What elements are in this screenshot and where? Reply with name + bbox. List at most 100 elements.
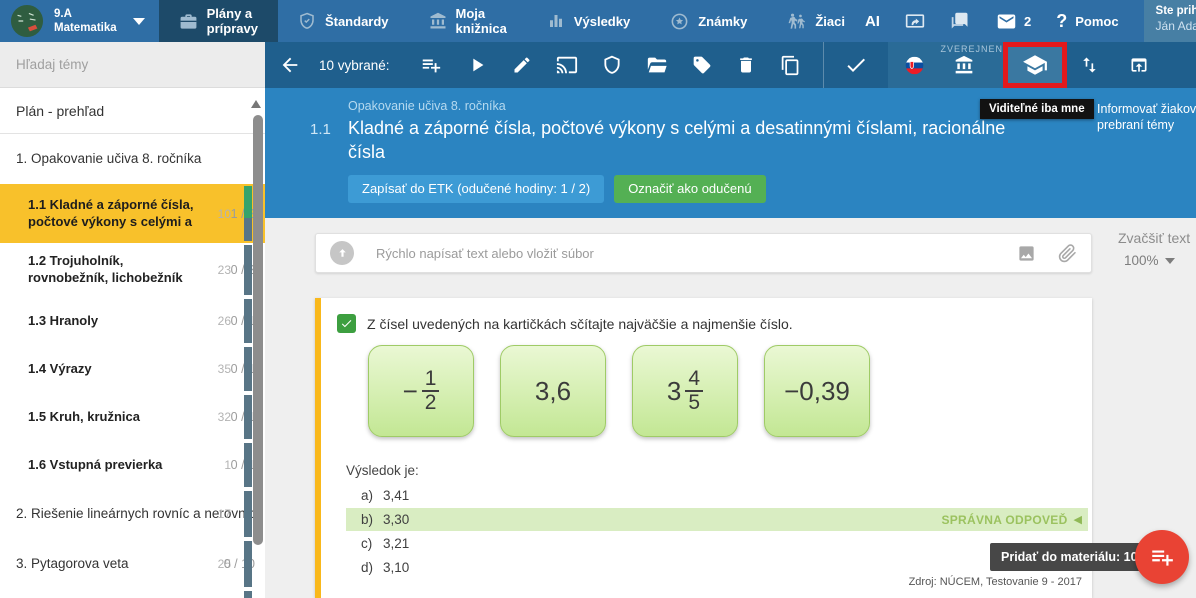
students-icon — [787, 12, 806, 31]
add-to-material-fab[interactable] — [1135, 530, 1189, 584]
screen-share-icon[interactable] — [905, 11, 925, 31]
check-icon[interactable] — [844, 53, 868, 77]
visible-only-me-button[interactable] — [1008, 42, 1062, 88]
copy-icon[interactable] — [780, 55, 801, 76]
option-key: b) — [361, 512, 374, 527]
cloud-upload-icon — [330, 241, 354, 265]
topic-progress-bar — [244, 347, 252, 391]
publish-panel: ZVEREJNENIE — [888, 42, 1066, 88]
option-value: 3,41 — [383, 488, 410, 503]
class-avatar — [10, 4, 44, 38]
topic-progress-bar — [244, 395, 252, 439]
option-value: 3,21 — [383, 536, 410, 551]
sidebar-topic-item[interactable]: 3. Pytagorova veta 25 0 / 10 — [0, 539, 265, 589]
option-key: a) — [361, 488, 374, 503]
selected-count-label: 10 vybrané: — [319, 57, 390, 73]
topic-label: 3. Pytagorova veta — [16, 556, 129, 572]
sidebar-topic-item[interactable]: 1.1 Kladné a záporné čísla, počtové výko… — [0, 184, 265, 243]
tab-vysledky[interactable]: Výsledky — [527, 0, 650, 42]
topic-label: 1. Opakovanie učiva 8. ročníka — [16, 151, 202, 167]
sidebar-scrollbar[interactable] — [253, 115, 263, 545]
correct-answer-label: SPRÁVNA ODPOVEĎ — [941, 512, 1068, 527]
zoom-level-select[interactable]: 100% — [1118, 253, 1196, 268]
tab-ziaci[interactable]: Žiaci — [767, 0, 865, 42]
number-card: 3,6 — [500, 345, 606, 437]
cast-icon[interactable] — [556, 54, 578, 76]
search-input[interactable] — [16, 57, 249, 72]
chat-icon[interactable] — [950, 11, 971, 32]
option-value: 3,30 — [383, 512, 410, 527]
chevron-down-icon — [1164, 257, 1175, 264]
library-publish-icon[interactable] — [954, 55, 974, 75]
tag-icon[interactable] — [692, 55, 712, 75]
tab-standardy[interactable]: Štandardy — [278, 0, 409, 42]
export-icon[interactable] — [1129, 55, 1149, 75]
sidebar-topic-item[interactable]: 1.6 Vstupná previerka 1 0 / 1 — [0, 441, 265, 489]
folder-open-icon[interactable] — [646, 54, 668, 76]
playlist-add-icon[interactable] — [420, 54, 442, 76]
user-name: Ján Adamec — [1155, 19, 1196, 33]
play-icon[interactable] — [466, 54, 488, 76]
sidebar-topic-item[interactable]: 1.4 Výrazy 35 0 / 1 — [0, 345, 265, 393]
help-button[interactable]: ? Pomoc — [1056, 11, 1118, 32]
number-card: − 12 — [368, 345, 474, 437]
pencil-icon[interactable] — [512, 55, 532, 75]
topic-label: 1.4 Výrazy — [28, 360, 92, 376]
answer-option: c) 3,21 — [346, 532, 1088, 555]
option-key: c) — [361, 536, 373, 551]
sidebar-topic-item[interactable]: 1.2 Trojuholník, rovnobežník, lichobežní… — [0, 243, 265, 297]
option-value: 3,10 — [383, 560, 410, 575]
trash-icon[interactable] — [736, 55, 756, 75]
back-arrow-icon[interactable] — [279, 54, 301, 76]
topic-label: 1.1 Kladné a záporné čísla, počtové výko… — [28, 196, 194, 229]
main-content: Zvačšiť text 100% Z čísel uvedených na k… — [265, 218, 1196, 598]
topic-search[interactable] — [0, 42, 265, 88]
result-label: Výsledok je: — [346, 463, 419, 478]
quick-text-input[interactable] — [376, 245, 1017, 261]
sidebar-topic-list: 1. Opakovanie učiva 8. ročníka 1.1 Kladn… — [0, 134, 265, 589]
sidebar-topic-item[interactable]: 1.5 Kruh, kružnica 32 0 / 1 — [0, 393, 265, 441]
mail-button[interactable]: 2 — [996, 11, 1031, 32]
tab-znamky[interactable]: Známky — [650, 0, 767, 42]
main-nav-tabs: Plány a prípravy Štandardy Moja knižnica… — [158, 0, 865, 42]
topic-progress-bar — [244, 299, 252, 343]
paperclip-icon[interactable] — [1058, 243, 1077, 263]
topic-label: 1.5 Kruh, kružnica — [28, 408, 140, 424]
topic-label: 1.6 Vstupná previerka — [28, 456, 163, 472]
topic-progress-bar — [244, 443, 252, 487]
topic-material-count: 17 — [217, 507, 231, 521]
quick-input-card[interactable] — [315, 233, 1092, 273]
bar-chart-icon — [547, 12, 565, 30]
question-text: Z čísel uvedených na kartičkách sčítajte… — [367, 316, 793, 332]
tab-plany-a-pripravy[interactable]: Plány a prípravy — [158, 0, 278, 42]
shield-check-icon — [298, 12, 316, 30]
question-selected-checkbox[interactable] — [337, 314, 356, 333]
ai-button[interactable]: AI — [865, 13, 880, 30]
sort-icon[interactable] — [1079, 55, 1099, 75]
image-icon[interactable] — [1017, 244, 1036, 263]
sidebar-topic-item[interactable]: 1. Opakovanie učiva 8. ročníka — [0, 134, 265, 184]
medal-icon — [670, 12, 689, 31]
tab-moja-kniznica[interactable]: Moja knižnica — [409, 0, 527, 42]
plan-overview-link[interactable]: Plán - prehľad — [0, 88, 265, 134]
topic-number: 1.1 — [310, 121, 331, 138]
toolbar-divider — [822, 42, 824, 88]
visibility-tooltip: Viditeľné iba mne — [980, 99, 1094, 119]
class-selector[interactable]: 9.A Matematika — [0, 0, 159, 42]
correct-answer-arrow-icon: ◀ — [1073, 514, 1082, 526]
user-menu[interactable]: Ste prihlásený ako Ján Adamec — [1143, 0, 1196, 42]
number-card: 3 45 — [632, 345, 738, 437]
class-subject: Matematika — [54, 22, 117, 34]
inform-students-label: Informovať žiakov prebraní témy — [1097, 102, 1196, 133]
zoom-value: 100% — [1124, 253, 1159, 268]
mark-taught-button[interactable]: Označiť ako odučenú — [614, 175, 766, 203]
sidebar-topic-item[interactable]: 2. Riešenie lineárnych rovníc a nerovníc… — [0, 489, 265, 539]
option-key: d) — [361, 560, 374, 575]
slovak-flag-icon[interactable] — [904, 55, 925, 76]
top-navbar: 9.A Matematika Plány a prípravy Štandard… — [0, 0, 1196, 42]
etk-button[interactable]: Zapísať do ETK (odučené hodiny: 1 / 2) — [348, 175, 605, 203]
shield-icon[interactable] — [602, 55, 622, 75]
question-card: Z čísel uvedených na kartičkách sčítajte… — [315, 298, 1092, 598]
sidebar-topic-item[interactable]: 1.3 Hranoly 26 0 / 1 — [0, 297, 265, 345]
scrollbar-up-arrow[interactable] — [251, 100, 261, 108]
